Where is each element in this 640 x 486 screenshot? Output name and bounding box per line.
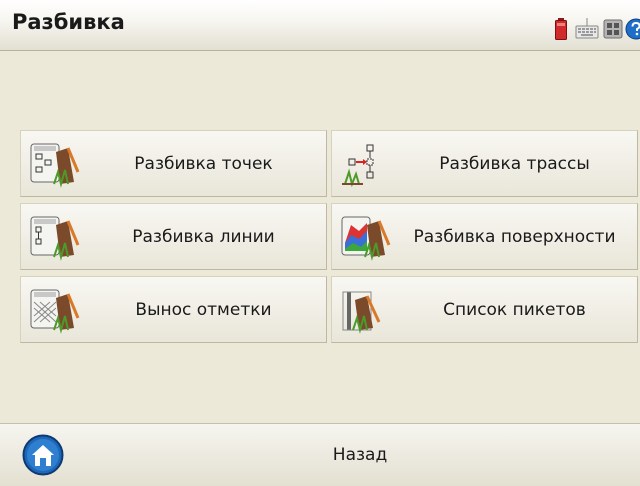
grid-icon[interactable] (603, 18, 623, 40)
stakeout-surface-label: Разбивка поверхности (413, 226, 616, 247)
stakeout-line-button[interactable]: Разбивка линии (20, 203, 327, 270)
keyboard-icon[interactable] (575, 18, 599, 40)
app-window: Разбивка Разбивка точек Разбивка трассы … (0, 0, 640, 486)
stakeout-surface-icon (341, 216, 391, 261)
battery-icon[interactable] (555, 18, 567, 40)
stakeout-line-label: Разбивка линии (132, 226, 275, 247)
stakeout-line-icon (30, 216, 80, 261)
stakeout-points-label: Разбивка точек (134, 153, 273, 174)
back-button[interactable]: Назад (250, 432, 470, 478)
elevation-transfer-button[interactable]: Вынос отметки (20, 276, 327, 343)
station-list-button[interactable]: Список пикетов (331, 276, 638, 343)
home-icon[interactable] (22, 434, 64, 476)
stakeout-alignment-label: Разбивка трассы (439, 153, 590, 174)
station-list-label: Список пикетов (443, 299, 586, 320)
station-list-icon (342, 291, 381, 334)
elevation-transfer-label: Вынос отметки (135, 299, 272, 320)
content-area: Разбивка точек Разбивка трассы Разбивка … (0, 51, 640, 423)
help-icon[interactable] (625, 18, 640, 40)
title-bar: Разбивка (0, 0, 640, 51)
stakeout-surface-button[interactable]: Разбивка поверхности (331, 203, 638, 270)
stakeout-points-icon (30, 143, 80, 188)
stakeout-alignment-icon (342, 144, 374, 188)
elevation-transfer-icon (30, 289, 80, 334)
window-title: Разбивка (12, 10, 125, 34)
stakeout-points-button[interactable]: Разбивка точек (20, 130, 327, 197)
stakeout-alignment-button[interactable]: Разбивка трассы (331, 130, 638, 197)
bottom-bar: Назад (0, 423, 640, 486)
